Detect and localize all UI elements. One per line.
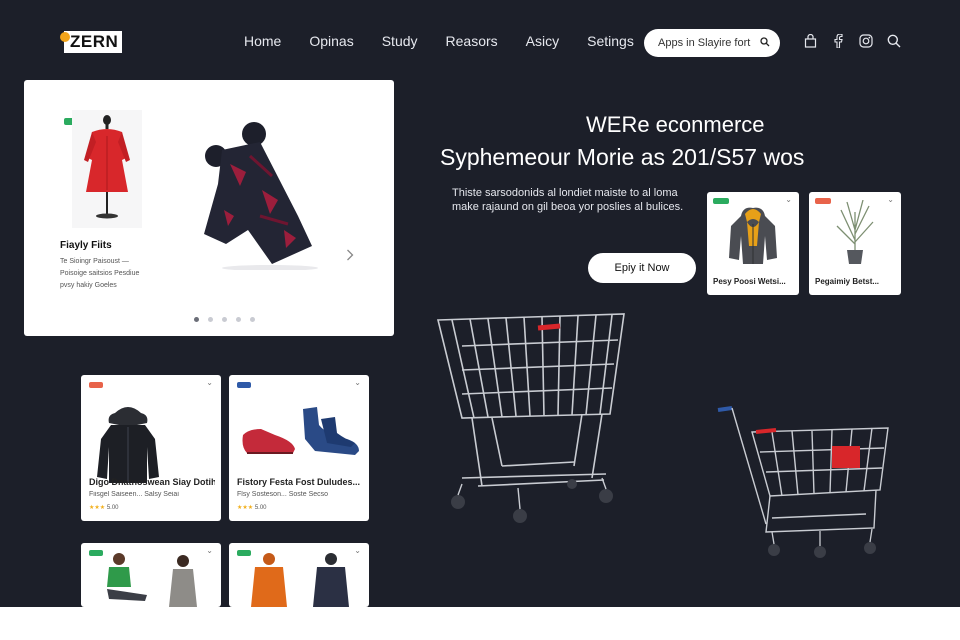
product-rating: ★★★ 5.00 bbox=[237, 504, 267, 511]
carousel-dot[interactable] bbox=[194, 317, 199, 322]
product-card[interactable]: ⌄ Fistory Festa Fost Duludes... Flsy Sos… bbox=[229, 375, 369, 521]
search-bar bbox=[644, 29, 780, 57]
logo-text: ZERN bbox=[64, 31, 123, 53]
nav-item-study[interactable]: Study bbox=[382, 33, 418, 49]
hero-body-text: Thiste sarsodonids al londiet maiste to … bbox=[452, 187, 684, 213]
badge bbox=[815, 198, 831, 204]
nav-item-opinas[interactable]: Opinas bbox=[309, 33, 353, 49]
product-rating: ★★★ 5.00 bbox=[89, 504, 119, 511]
mini-product-title: Pegaimiy Betst... bbox=[815, 277, 880, 286]
nav-item-home[interactable]: Home bbox=[244, 33, 281, 49]
chevron-down-icon[interactable]: ⌄ bbox=[887, 195, 894, 204]
nav-item-setings[interactable]: Setings bbox=[587, 33, 634, 49]
chevron-down-icon[interactable]: ⌄ bbox=[785, 195, 792, 204]
cta-button[interactable]: Epiy it Now bbox=[588, 253, 696, 283]
product-title: Digo Dnatnoswean Siay Dotih... bbox=[89, 477, 215, 487]
knit-scarf-image bbox=[204, 122, 318, 270]
red-coat-image bbox=[72, 110, 142, 228]
footer-strip bbox=[0, 607, 960, 640]
rating-value: 5.00 bbox=[254, 505, 267, 511]
shopping-cart-image bbox=[436, 313, 625, 523]
product-title: Fistory Festa Fost Duludes... bbox=[237, 477, 361, 487]
badge bbox=[237, 382, 251, 388]
jackets-image bbox=[251, 553, 349, 607]
product-card[interactable]: ⌄ Digo Dnatnoswean Siay Dotih... Fiisgel… bbox=[81, 375, 221, 521]
people-outfit-image bbox=[107, 553, 197, 607]
chevron-right-icon[interactable] bbox=[346, 248, 354, 264]
carousel-dot[interactable] bbox=[208, 317, 213, 322]
product-subtitle: Fiisgel Saiseen... Salsy Seiai bbox=[89, 491, 179, 498]
featured-product-carousel[interactable]: Fiayly Fiits Te Sioingr Paisoust — Poiso… bbox=[24, 80, 394, 336]
chevron-down-icon[interactable]: ⌄ bbox=[206, 378, 213, 387]
header-search-icon[interactable] bbox=[886, 33, 902, 49]
product-subtitle: Flsy Sosteson... Soste Secso bbox=[237, 491, 329, 498]
shoes-image bbox=[242, 407, 359, 455]
bag-icon[interactable] bbox=[802, 33, 818, 49]
shopping-cart-red-basket-image bbox=[717, 406, 889, 558]
puffer-jacket-image bbox=[729, 207, 777, 264]
carousel-dots bbox=[194, 317, 264, 322]
top-bar: ZERN Home Opinas Study Reasors Asicy Set… bbox=[0, 0, 960, 84]
carousel-dot[interactable] bbox=[222, 317, 227, 322]
mini-product-title: Pesy Poosi Wetsi... bbox=[713, 277, 786, 286]
hero-heading: WERe econmerce bbox=[586, 112, 765, 137]
carousel-dot[interactable] bbox=[250, 317, 255, 322]
search-icon[interactable] bbox=[760, 34, 770, 52]
badge bbox=[89, 382, 103, 388]
product-card[interactable]: ⌄ bbox=[229, 543, 369, 607]
main-nav: Home Opinas Study Reasors Asicy Setings bbox=[244, 33, 662, 49]
chevron-down-icon[interactable]: ⌄ bbox=[354, 378, 361, 387]
mini-product-card[interactable]: ⌄ Pegaimiy Betst... bbox=[809, 192, 901, 295]
nav-item-reasors[interactable]: Reasors bbox=[446, 33, 498, 49]
star-icon: ★★★ bbox=[237, 505, 254, 511]
featured-product-title: Fiayly Fiits bbox=[60, 240, 112, 251]
logo[interactable]: ZERN bbox=[58, 30, 123, 54]
header-icons bbox=[802, 33, 914, 49]
hero-subheading: Syphemeour Morie as 201/S57 wos bbox=[440, 144, 805, 170]
rating-value: 5.00 bbox=[106, 505, 119, 511]
mini-product-card[interactable]: ⌄ Pesy Poosi Wetsi... bbox=[707, 192, 799, 295]
product-card[interactable]: ⌄ bbox=[81, 543, 221, 607]
carousel-dot[interactable] bbox=[236, 317, 241, 322]
potted-plant-image bbox=[836, 200, 874, 264]
featured-product-description: Te Sioingr Paisoust — Poisoige saitsios … bbox=[60, 258, 140, 289]
facebook-icon[interactable] bbox=[830, 33, 846, 49]
star-icon: ★★★ bbox=[89, 505, 106, 511]
instagram-icon[interactable] bbox=[858, 33, 874, 49]
search-input[interactable] bbox=[658, 37, 758, 49]
black-parka-image bbox=[97, 407, 159, 483]
nav-item-asicy[interactable]: Asicy bbox=[526, 33, 559, 49]
logo-dot-icon bbox=[60, 32, 70, 42]
